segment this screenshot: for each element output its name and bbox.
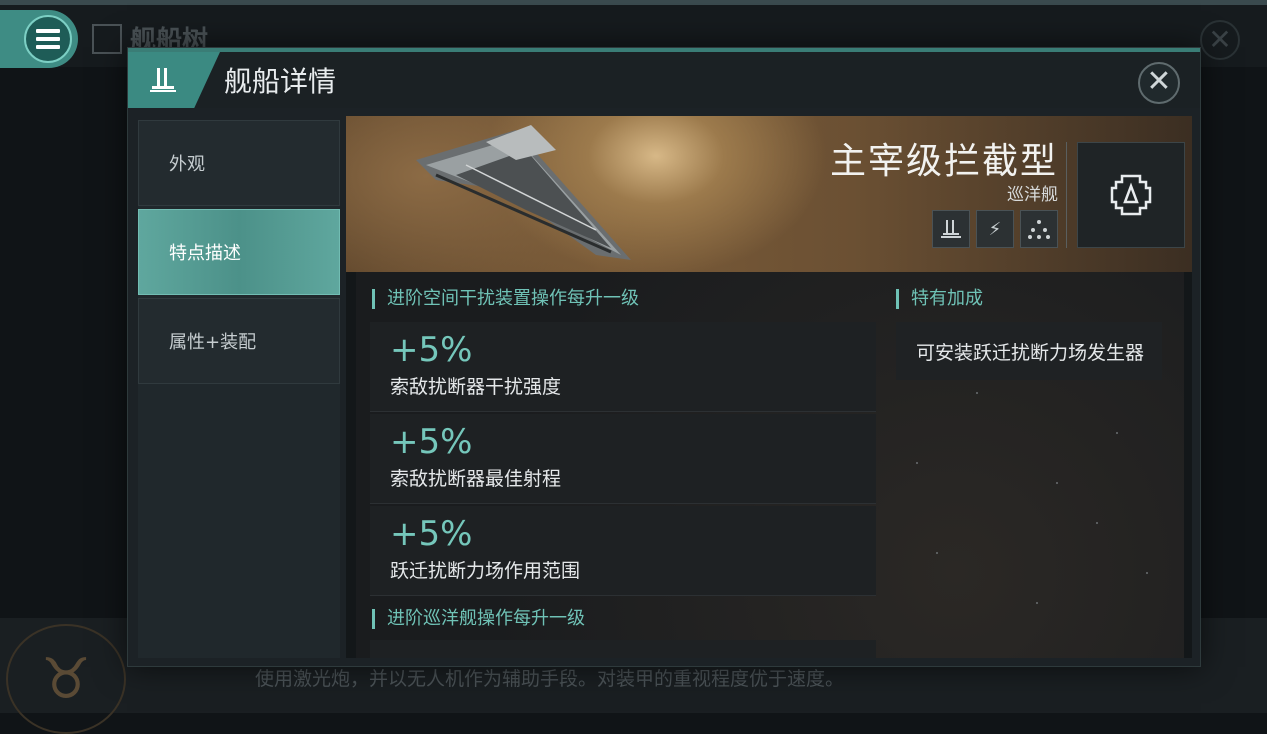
ship-tree-icon [92,23,122,54]
section-heading: 进阶巡洋舰操作每升一级 [372,609,585,629]
tab-label: 属性+装配 [169,332,257,353]
special-heading: 特有加成 [896,289,983,309]
bonus-value: +5% [390,330,473,370]
tab-traits[interactable]: 特点描述 [138,209,340,295]
ship-details-dialog: 舰船详情 ✕ 外观 特点描述 属性+装配 主宰级拦截型 巡洋舰 ⚡ 进阶空间干扰… [127,47,1201,667]
drone-icon[interactable] [1020,210,1058,248]
ship-name: 主宰级拦截型 [829,141,1058,182]
lightning-icon[interactable]: ⚡ [976,210,1014,248]
turret-icon [150,68,176,92]
traits-content[interactable]: 进阶空间干扰装置操作每升一级 +5% 索敌扰断器干扰强度 +5% 索敌扰断器最佳… [356,272,1184,658]
dialog-close-button[interactable]: ✕ [1138,62,1180,104]
background-close-button[interactable]: ✕ [1200,20,1240,60]
ship-description: 使用激光炮，并以无人机作为辅助手段。对装甲的重视程度优于速度。 [255,668,845,690]
ship-role-icons: ⚡ [932,210,1058,248]
bonus-description: 索敌扰断器最佳射程 [390,468,562,490]
special-bonus: 可安装跃迁扰断力场发生器 [896,322,1162,380]
tab-appearance[interactable]: 外观 [138,120,340,206]
turret-icon[interactable] [932,210,970,248]
ship-banner: 主宰级拦截型 巡洋舰 ⚡ [346,116,1192,272]
ship-class: 巡洋舰 [1007,185,1058,205]
bonus-description: 跃迁扰断力场作用范围 [390,560,581,582]
special-bonus-text: 可安装跃迁扰断力场发生器 [916,341,1145,364]
bonus-row: +5% 跃迁扰断力场作用范围 [370,506,876,596]
menu-button[interactable] [0,10,78,68]
bonus-row [370,640,876,658]
bonus-row: +5% 索敌扰断器最佳射程 [370,414,876,504]
bonus-value: +5% [390,422,473,462]
faction-logo-icon: ♉ [6,624,126,734]
main-panel: 主宰级拦截型 巡洋舰 ⚡ 进阶空间干扰装置操作每升一级 +5% 索敌扰断器干扰强… [346,116,1192,658]
dialog-title: 舰船详情 [224,65,337,98]
menu-icon [24,15,72,63]
faction-emblem-icon [1077,142,1185,248]
tab-attributes-fitting[interactable]: 属性+装配 [138,298,340,384]
sidebar: 外观 特点描述 属性+装配 [138,120,340,658]
bonus-value: +5% [390,514,473,554]
section-heading: 进阶空间干扰装置操作每升一级 [372,289,639,309]
bonus-row: +5% 索敌扰断器干扰强度 [370,322,876,412]
tab-label: 特点描述 [169,243,241,264]
bonus-description: 索敌扰断器干扰强度 [390,376,562,398]
tab-label: 外观 [169,154,205,175]
ship-image [416,125,631,260]
close-icon: ✕ [1146,64,1172,99]
